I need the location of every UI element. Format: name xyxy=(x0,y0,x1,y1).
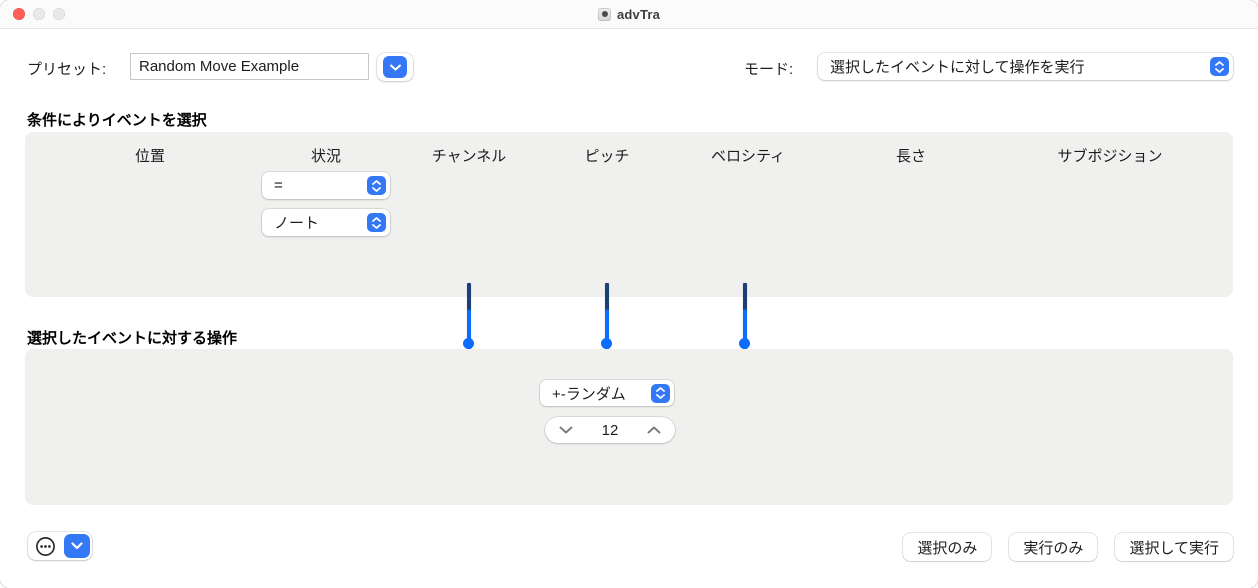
pitch-operation-popup[interactable]: +-ランダム xyxy=(540,380,674,406)
transform-window: advTra プリセット: モード: 選択したイベントに対して操作を実行 条件に… xyxy=(0,0,1258,588)
column-header-position: 位置 xyxy=(135,145,165,166)
conditions-panel: 位置 状況 チャンネル ピッチ ベロシティ 長さ サブポジション = ノート xyxy=(25,132,1233,297)
pitch-amount-value[interactable]: 12 xyxy=(602,422,619,439)
zoom-button xyxy=(53,8,65,20)
chevron-up-down-icon xyxy=(1210,57,1229,76)
chevron-down-icon xyxy=(383,56,407,78)
operate-only-button[interactable]: 実行のみ xyxy=(1009,533,1097,561)
select-section-title: 条件によりイベントを選択 xyxy=(27,109,207,130)
operate-section-title: 選択したイベントに対する操作 xyxy=(27,327,237,348)
connector-dot xyxy=(463,338,474,349)
title-bar: advTra xyxy=(0,0,1258,29)
chevron-up-down-icon xyxy=(651,384,670,403)
chevron-up-down-icon xyxy=(367,213,386,232)
column-header-status: 状況 xyxy=(311,145,341,166)
preset-input[interactable] xyxy=(130,53,369,80)
status-event-type-popup[interactable]: ノート xyxy=(262,209,390,236)
operations-panel: +-ランダム 12 xyxy=(25,349,1233,505)
mode-popup-value: 選択したイベントに対して操作を実行 xyxy=(818,56,1233,77)
stepper-increment-button[interactable] xyxy=(645,420,663,440)
document-icon xyxy=(598,8,611,21)
close-button[interactable] xyxy=(13,8,25,20)
column-header-subposition: サブポジション xyxy=(1057,145,1162,166)
footer-action-buttons: 選択のみ 実行のみ 選択して実行 xyxy=(903,533,1233,561)
ellipsis-circle-icon xyxy=(34,535,57,558)
stepper-decrement-button[interactable] xyxy=(557,420,575,440)
column-header-velocity: ベロシティ xyxy=(711,145,785,166)
connector-dot xyxy=(601,338,612,349)
preset-menu-button[interactable] xyxy=(377,53,413,81)
select-only-button[interactable]: 選択のみ xyxy=(903,533,991,561)
pitch-amount-stepper[interactable]: 12 xyxy=(545,417,675,443)
column-header-pitch: ピッチ xyxy=(584,145,629,166)
minimize-button xyxy=(33,8,45,20)
chevron-down-icon xyxy=(64,534,90,558)
window-title-group: advTra xyxy=(598,0,660,28)
more-options-button[interactable] xyxy=(28,532,92,560)
window-title: advTra xyxy=(617,7,660,22)
column-header-channel: チャンネル xyxy=(432,145,507,166)
column-header-length: 長さ xyxy=(896,145,926,166)
select-and-operate-button[interactable]: 選択して実行 xyxy=(1115,533,1233,561)
status-operator-popup[interactable]: = xyxy=(262,172,390,199)
connector-dot xyxy=(739,338,750,349)
preset-label: プリセット: xyxy=(27,58,106,79)
mode-label: モード: xyxy=(744,58,793,79)
chevron-up-down-icon xyxy=(367,176,386,195)
mode-popup[interactable]: 選択したイベントに対して操作を実行 xyxy=(818,53,1233,80)
